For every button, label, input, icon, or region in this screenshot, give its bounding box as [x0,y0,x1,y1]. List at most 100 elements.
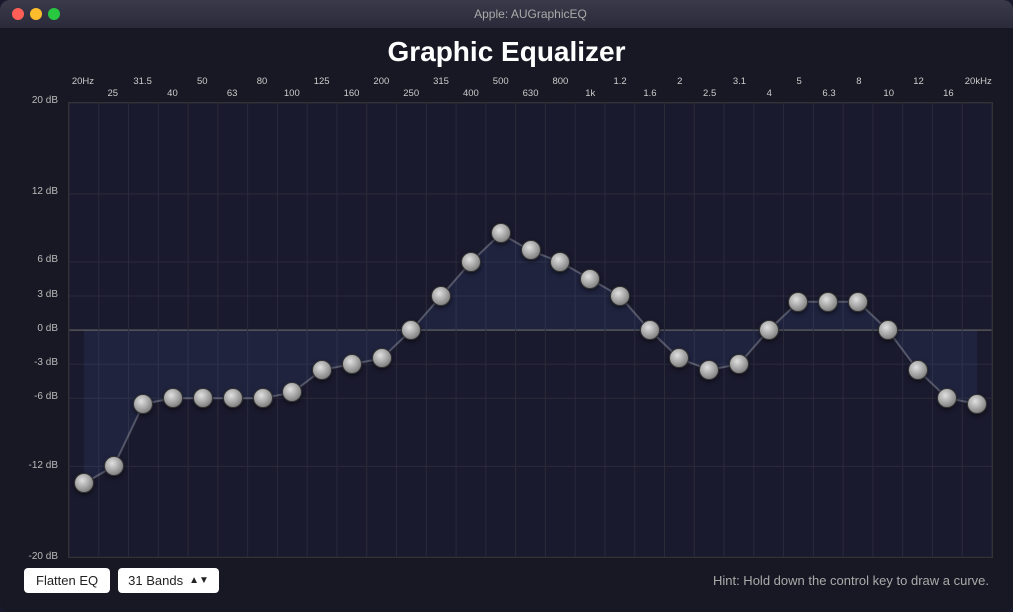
minimize-button[interactable] [30,8,42,20]
traffic-lights [12,8,60,20]
eq-knob-10[interactable] [372,348,392,368]
freq-label-bottom [128,88,158,99]
db-label: 0 dB [37,324,62,334]
eq-chart: 20 dB12 dB6 dB3 dB0 dB-3 dB-6 dB-12 dB-2… [20,102,993,558]
eq-knob-1[interactable] [104,456,124,476]
eq-knob-18[interactable] [610,286,630,306]
freq-label-top [933,76,963,87]
freq-label-bottom [486,88,516,99]
db-label: -3 dB [34,358,62,368]
freq-label-bottom: 63 [217,88,247,99]
freq-label-top [98,76,128,87]
eq-knob-11[interactable] [401,320,421,340]
freq-label-bottom: 630 [516,88,546,99]
eq-knob-21[interactable] [699,360,719,380]
bands-label: 31 Bands [128,573,183,588]
eq-knob-8[interactable] [312,360,332,380]
eq-grid [69,103,992,557]
eq-knob-5[interactable] [223,388,243,408]
eq-knob-28[interactable] [908,360,928,380]
eq-knob-7[interactable] [282,382,302,402]
eq-knob-12[interactable] [431,286,451,306]
freq-label-bottom: 400 [456,88,486,99]
freq-label-top [814,76,844,87]
eq-knob-16[interactable] [550,252,570,272]
eq-knob-13[interactable] [461,252,481,272]
freq-label-top [217,76,247,87]
freq-label-bottom [68,88,98,99]
freq-label-top: 50 [187,76,217,87]
maximize-button[interactable] [48,8,60,20]
eq-knob-9[interactable] [342,354,362,374]
hint-text: Hint: Hold down the control key to draw … [219,573,989,588]
freq-label-bottom: 100 [277,88,307,99]
freq-label-top [635,76,665,87]
eq-knob-4[interactable] [193,388,213,408]
freq-label-bottom [187,88,217,99]
db-label: 3 dB [37,290,62,300]
freq-label-bottom: 4 [754,88,784,99]
eq-knob-3[interactable] [163,388,183,408]
freq-label-top: 3.1 [725,76,755,87]
freq-label-bottom [665,88,695,99]
eq-knob-2[interactable] [133,394,153,414]
freq-label-bottom: 1k [575,88,605,99]
bands-select-button[interactable]: 31 Bands ▲▼ [118,568,219,593]
eq-knob-30[interactable] [967,394,987,414]
freq-label-top: 20Hz [68,76,98,87]
eq-knob-27[interactable] [878,320,898,340]
eq-knob-23[interactable] [759,320,779,340]
bottom-bar: Flatten EQ 31 Bands ▲▼ Hint: Hold down t… [20,558,993,602]
db-labels: 20 dB12 dB6 dB3 dB0 dB-3 dB-6 dB-12 dB-2… [20,102,66,558]
freq-label-bottom [605,88,635,99]
freq-label-top: 20kHz [963,76,993,87]
freq-label-top: 2 [665,76,695,87]
db-label: -12 dB [29,461,62,471]
eq-knob-26[interactable] [848,292,868,312]
freq-label-bottom: 2.5 [695,88,725,99]
eq-knob-25[interactable] [818,292,838,312]
eq-knob-19[interactable] [640,320,660,340]
eq-knob-17[interactable] [580,269,600,289]
content-area: Graphic Equalizer 20Hz31.550801252003155… [0,28,1013,612]
freq-label-bottom: 6.3 [814,88,844,99]
db-label: 20 dB [32,96,62,106]
freq-label-top [396,76,426,87]
close-button[interactable] [12,8,24,20]
eq-knob-29[interactable] [937,388,957,408]
freq-label-bottom [963,88,993,99]
freq-label-top [337,76,367,87]
freq-label-top [277,76,307,87]
freq-label-bottom [366,88,396,99]
freq-label-top: 125 [307,76,337,87]
freq-label-top [695,76,725,87]
freq-label-bottom [844,88,874,99]
eq-knob-22[interactable] [729,354,749,374]
freq-label-bottom [426,88,456,99]
freq-label-bottom: 25 [98,88,128,99]
main-window: Apple: AUGraphicEQ Graphic Equalizer 20H… [0,0,1013,612]
bands-arrow-icon: ▲▼ [189,577,209,584]
db-label: 12 dB [32,187,62,197]
freq-label-top: 31.5 [128,76,158,87]
db-label: 6 dB [37,255,62,265]
freq-label-top: 200 [366,76,396,87]
eq-knob-15[interactable] [521,240,541,260]
freq-label-top: 1.2 [605,76,635,87]
eq-knob-24[interactable] [788,292,808,312]
eq-knob-0[interactable] [74,473,94,493]
freq-label-top: 80 [247,76,277,87]
page-title: Graphic Equalizer [20,36,993,68]
eq-knob-6[interactable] [253,388,273,408]
freq-label-top: 12 [904,76,934,87]
eq-knob-14[interactable] [491,223,511,243]
eq-knob-20[interactable] [669,348,689,368]
freq-label-top [158,76,188,87]
freq-label-bottom: 250 [396,88,426,99]
flatten-eq-button[interactable]: Flatten EQ [24,568,110,593]
freq-label-top: 8 [844,76,874,87]
db-label: -6 dB [34,392,62,402]
freq-label-bottom [784,88,814,99]
chart-area [68,102,993,558]
freq-label-bottom: 16 [933,88,963,99]
